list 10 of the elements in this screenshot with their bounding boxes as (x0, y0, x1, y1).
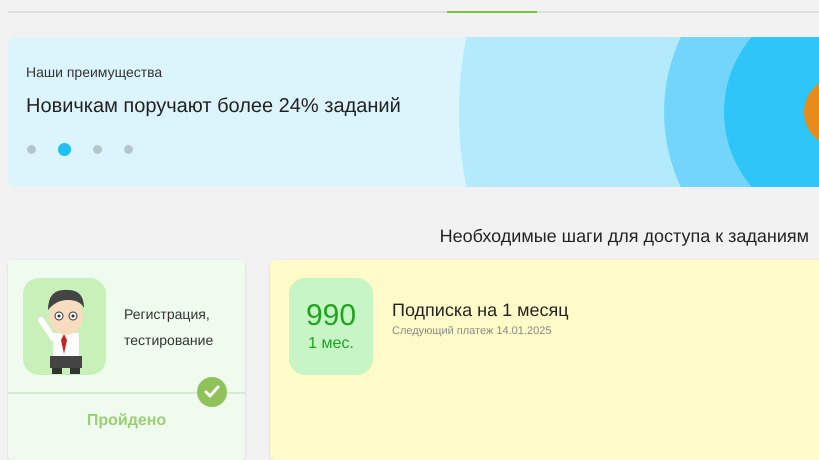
step-label: Регистрация, тестирование (124, 304, 214, 350)
check-icon (197, 377, 227, 407)
step-status: Пройдено (86, 411, 168, 431)
subscription-title: Подписка на 1 месяц (392, 299, 569, 322)
price: 990 (306, 298, 356, 332)
next-payment: Следующий платеж 14.01.2025 (392, 324, 552, 338)
banner-headline: Новичкам поручают более 24% заданий (26, 94, 402, 119)
price-period: 1 мес. (308, 334, 354, 354)
section-heading: Необходимые шаги для доступа к заданиям (440, 225, 809, 248)
banner-caption: Наши преимущества (26, 63, 164, 81)
